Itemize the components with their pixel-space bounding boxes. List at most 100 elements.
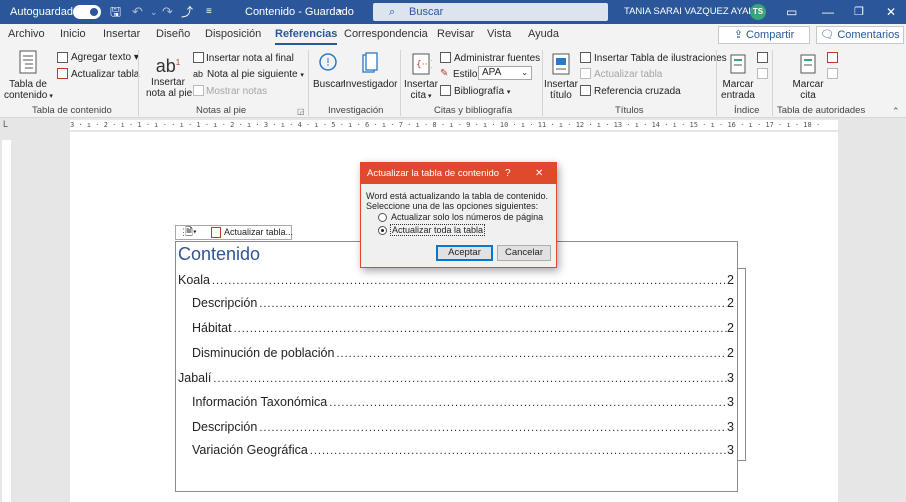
- insert-caption-button[interactable]: Insertar título: [544, 52, 578, 101]
- group-separator: [542, 50, 543, 116]
- update-index-icon[interactable]: [757, 68, 768, 79]
- cancel-button[interactable]: Cancelar: [497, 245, 551, 261]
- comment-icon: 🗨: [820, 29, 838, 41]
- caption-icon: [552, 53, 570, 75]
- update-table-icon: [211, 227, 221, 238]
- horizontal-ruler[interactable]: L 3 · ı · 2 · ı · 1 · ı · · ı · 1 · ı · …: [0, 118, 906, 132]
- footnotes-dialog-launcher-icon[interactable]: ◲: [297, 106, 305, 117]
- customize-toolbar-icon[interactable]: ≡: [206, 0, 212, 24]
- dialog-title-bar[interactable]: Actualizar la tabla de contenido ? ✕: [361, 163, 556, 184]
- tab-revisar[interactable]: Revisar: [437, 28, 474, 40]
- ruler-ticks: 3 · ı · 2 · ı · 1 · ı · · ı · 1 · ı · 2 …: [70, 121, 821, 129]
- insert-citation-button[interactable]: {···} Insertarcita ▾: [403, 52, 439, 102]
- group-label-authorities: Tabla de autoridades: [777, 105, 866, 116]
- tab-referencias[interactable]: Referencias: [275, 28, 338, 45]
- group-label-citations: Citas y bibliografía: [434, 105, 513, 116]
- maximize-icon[interactable]: ❐: [854, 0, 864, 24]
- group-separator: [308, 50, 309, 116]
- option-page-numbers-only-label[interactable]: Actualizar solo los números de página: [391, 212, 543, 222]
- insert-table-figures-button[interactable]: Insertar Tabla de ilustraciones: [594, 53, 727, 64]
- toc-entry[interactable]: Variación Geográfica....................…: [192, 439, 734, 457]
- cross-reference-button[interactable]: Referencia cruzada: [594, 86, 681, 97]
- mark-citation-button[interactable]: Marcar cita: [790, 52, 826, 101]
- option-entire-table-label[interactable]: Actualizar toda la tabla: [390, 224, 486, 236]
- toc-entry[interactable]: Descripción.............................…: [192, 416, 734, 434]
- update-authorities-icon[interactable]: [827, 68, 838, 79]
- insert-authorities-icon[interactable]: [827, 52, 838, 63]
- tab-archivo[interactable]: Archivo: [8, 28, 45, 40]
- toc-update-button[interactable]: Actualizar tabla...: [224, 226, 293, 239]
- toc-content-control-toolbar[interactable]: ⋮ 🗎▾ Actualizar tabla...: [175, 225, 293, 240]
- autosave-label: Autoguardado: [10, 6, 80, 18]
- tab-vista[interactable]: Vista: [487, 28, 511, 40]
- researcher-button[interactable]: Investigador: [343, 52, 397, 90]
- group-separator: [772, 50, 773, 116]
- toc-entry[interactable]: Hábitat.................................…: [192, 317, 734, 335]
- redo-icon[interactable]: ↷: [162, 0, 173, 24]
- toc-menu-icon[interactable]: 🗎▾: [185, 226, 197, 239]
- svg-text:{···}: {···}: [416, 60, 432, 70]
- share-icon: ⇪: [733, 29, 746, 41]
- show-notes-icon: [193, 85, 204, 96]
- comments-button[interactable]: 🗨 Comentarios: [816, 26, 904, 44]
- mark-entry-icon: [730, 54, 746, 74]
- minimize-icon[interactable]: —: [822, 0, 834, 24]
- update-figures-icon: [580, 68, 591, 79]
- tab-diseno[interactable]: Diseño: [156, 28, 190, 40]
- radio-entire-table[interactable]: [378, 226, 387, 235]
- ok-button[interactable]: Aceptar: [436, 245, 493, 261]
- close-icon[interactable]: ✕: [886, 0, 896, 24]
- help-icon[interactable]: ?: [505, 163, 511, 184]
- search-ribbon-button[interactable]: Buscar: [313, 52, 344, 90]
- title-chevron-icon[interactable]: ▾: [338, 0, 342, 24]
- toc-leader: ........................................…: [329, 397, 727, 409]
- tab-insertar[interactable]: Insertar: [103, 28, 140, 40]
- tab-ayuda[interactable]: Ayuda: [528, 28, 559, 40]
- next-footnote-button[interactable]: Nota al pie siguiente ▾: [207, 69, 304, 81]
- avatar[interactable]: TS: [750, 4, 766, 20]
- close-icon[interactable]: ✕: [535, 163, 543, 184]
- toc-leader: ........................................…: [309, 445, 728, 457]
- tab-selector-icon[interactable]: L: [3, 119, 8, 129]
- tab-disposicion[interactable]: Disposición: [205, 28, 261, 40]
- mark-entry-button[interactable]: Marcar entrada: [720, 52, 756, 101]
- manage-sources-button[interactable]: Administrar fuentes: [454, 53, 540, 64]
- radio-page-numbers-only[interactable]: [378, 213, 387, 222]
- toc-entry[interactable]: Información Taxonómica..................…: [192, 391, 734, 409]
- update-table-figures-button[interactable]: Actualizar tabla: [594, 69, 662, 80]
- show-notes-button[interactable]: Mostrar notas: [206, 86, 267, 97]
- share-button[interactable]: ⇪ Compartir: [718, 26, 810, 44]
- update-toc-dialog: Actualizar la tabla de contenido ? ✕ Wor…: [360, 162, 557, 268]
- search-box[interactable]: ⌕ Buscar: [373, 3, 608, 21]
- style-label: Estilo:: [453, 69, 481, 80]
- endnote-icon: [193, 52, 204, 63]
- undo-icon[interactable]: ↶: [132, 0, 143, 24]
- undo-dropdown-icon[interactable]: ⌄: [150, 0, 158, 24]
- toc-entry[interactable]: Jabalí..................................…: [178, 367, 734, 385]
- bibliography-button[interactable]: Bibliografía ▾: [454, 86, 510, 98]
- toc-entry[interactable]: Disminución de población................…: [192, 342, 734, 360]
- toc-entry[interactable]: Koala...................................…: [178, 269, 734, 287]
- insert-endnote-button[interactable]: Insertar nota al final: [206, 53, 294, 64]
- tab-inicio[interactable]: Inicio: [60, 28, 86, 40]
- tab-correspondencia[interactable]: Correspondencia: [344, 28, 428, 40]
- ribbon: Tabla de contenido ▾ Agregar texto ▾ Actu…: [0, 46, 906, 118]
- touch-mode-icon[interactable]: ⤴: [181, 0, 193, 24]
- ribbon-display-icon[interactable]: ▭: [786, 0, 797, 24]
- group-separator: [716, 50, 717, 116]
- collapse-ribbon-icon[interactable]: ⌃: [892, 106, 900, 117]
- style-select[interactable]: APA ⌄: [478, 66, 532, 80]
- toc-entry[interactable]: Descripción.............................…: [192, 292, 734, 310]
- insert-index-icon[interactable]: [757, 52, 768, 63]
- toc-title: Contenido: [178, 244, 261, 264]
- autosave-toggle[interactable]: [73, 5, 101, 19]
- toc-leader: ........................................…: [213, 373, 727, 385]
- update-table-button[interactable]: Actualizar tabla: [71, 69, 139, 80]
- vertical-ruler[interactable]: [0, 132, 14, 502]
- bibliography-icon: [440, 85, 451, 96]
- save-icon[interactable]: 🖫: [110, 0, 121, 24]
- toc-button[interactable]: Tabla de contenido ▾: [4, 50, 53, 102]
- add-text-button[interactable]: Agregar texto ▾: [71, 52, 139, 63]
- insert-footnote-button[interactable]: ab1 Insertar nota al pie: [146, 52, 192, 99]
- user-name[interactable]: TANIA SARAI VAZQUEZ AYALA: [624, 0, 760, 24]
